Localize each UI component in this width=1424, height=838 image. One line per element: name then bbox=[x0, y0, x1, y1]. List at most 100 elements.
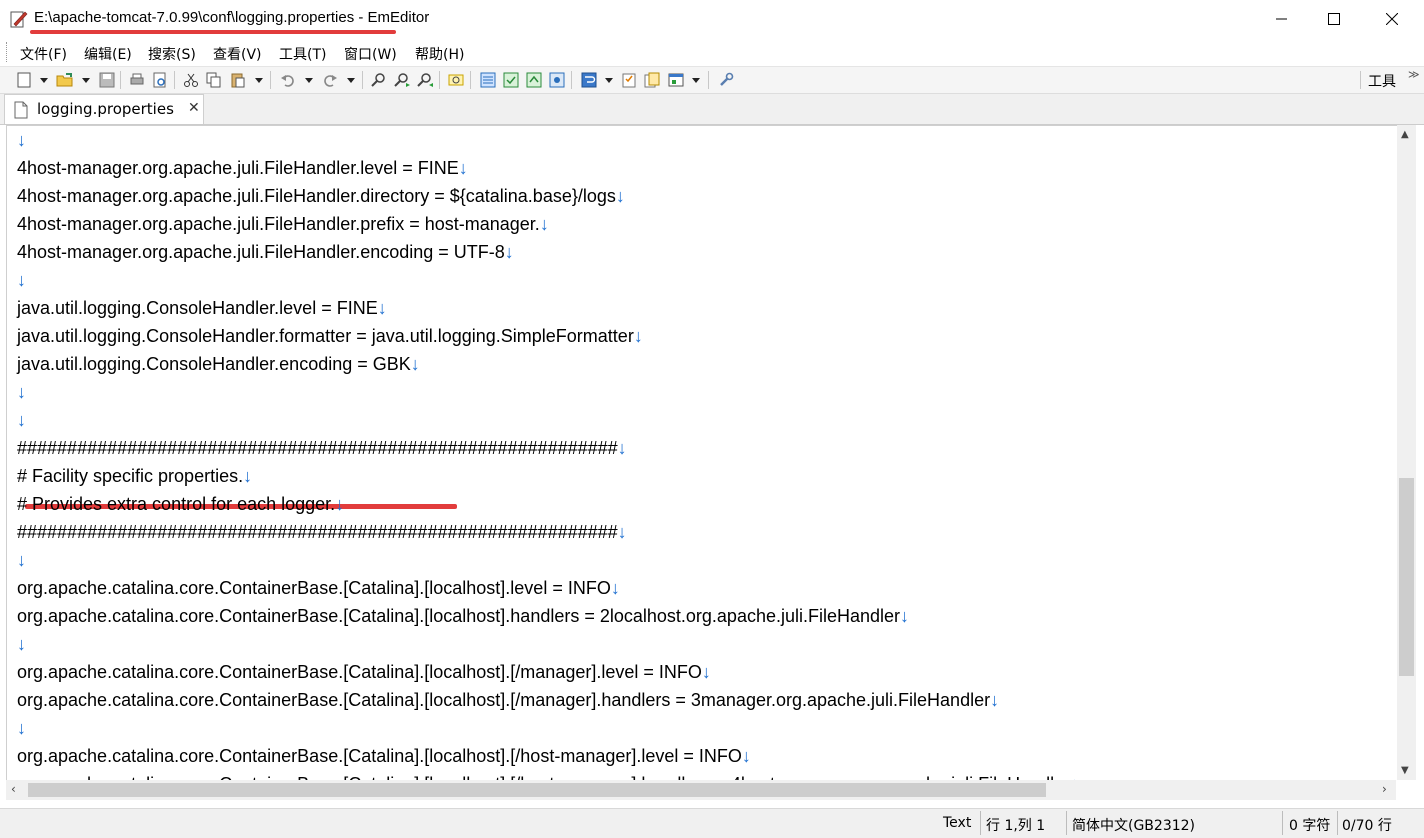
new-file-dropdown[interactable] bbox=[40, 78, 48, 83]
editor-line[interactable]: ↓ bbox=[17, 378, 26, 406]
redo-button[interactable] bbox=[320, 70, 340, 90]
menu-file[interactable]: 文件(F) bbox=[20, 44, 67, 64]
editor-line[interactable]: ↓ bbox=[17, 406, 26, 434]
find-next-button[interactable] bbox=[392, 70, 412, 90]
menu-tools[interactable]: 工具(T) bbox=[279, 44, 326, 64]
undo-button[interactable] bbox=[278, 70, 298, 90]
find-prev-button[interactable] bbox=[415, 70, 435, 90]
editor-line[interactable]: org.apache.catalina.core.ContainerBase.[… bbox=[17, 574, 620, 602]
print-preview-button[interactable] bbox=[150, 70, 170, 90]
find-next-icon bbox=[394, 73, 410, 87]
newline-marker-icon: ↓ bbox=[610, 578, 620, 598]
editor-line-text: java.util.logging.ConsoleHandler.formatt… bbox=[17, 326, 634, 346]
vertical-scrollbar[interactable]: ▲ ▼ bbox=[1397, 125, 1416, 780]
window-button[interactable] bbox=[666, 70, 686, 90]
paste-icon bbox=[231, 73, 245, 88]
editor-line[interactable]: # Provides extra control for each logger… bbox=[17, 490, 344, 518]
scroll-up-icon[interactable]: ▲ bbox=[1401, 129, 1409, 140]
menu-view[interactable]: 查看(V) bbox=[213, 44, 262, 64]
view-mode-2-button[interactable] bbox=[501, 70, 521, 90]
editor-line[interactable]: org.apache.catalina.core.ContainerBase.[… bbox=[17, 658, 711, 686]
editor-line[interactable]: org.apache.catalina.core.ContainerBase.[… bbox=[17, 686, 999, 714]
paste-dropdown[interactable] bbox=[255, 78, 263, 83]
window-dropdown[interactable] bbox=[692, 78, 700, 83]
word-wrap-dropdown[interactable] bbox=[605, 78, 613, 83]
scroll-left-icon[interactable]: ‹ bbox=[11, 782, 16, 796]
editor-line[interactable]: java.util.logging.ConsoleHandler.formatt… bbox=[17, 322, 643, 350]
status-cursor-position[interactable]: 行 1,列 1 bbox=[986, 815, 1045, 835]
undo-dropdown[interactable] bbox=[305, 78, 313, 83]
scroll-right-icon[interactable]: › bbox=[1382, 782, 1387, 796]
save-button[interactable] bbox=[97, 70, 117, 90]
toolbar-separator bbox=[439, 71, 440, 89]
menu-help[interactable]: 帮助(H) bbox=[415, 44, 464, 64]
editor-line[interactable]: 4host-manager.org.apache.juli.FileHandle… bbox=[17, 154, 468, 182]
tab-close-icon[interactable]: ✕ bbox=[188, 100, 200, 116]
editor-line[interactable]: ↓ bbox=[17, 126, 26, 154]
paste-button[interactable] bbox=[228, 70, 248, 90]
menu-search[interactable]: 搜索(S) bbox=[148, 44, 196, 64]
editor-line[interactable]: 4host-manager.org.apache.juli.FileHandle… bbox=[17, 210, 549, 238]
view-mode-3-button[interactable] bbox=[524, 70, 544, 90]
newline-marker-icon: ↓ bbox=[17, 550, 26, 570]
horizontal-scroll-thumb[interactable] bbox=[28, 783, 1046, 797]
status-mode[interactable]: Text bbox=[943, 815, 971, 831]
editor-line-text: java.util.logging.ConsoleHandler.level =… bbox=[17, 298, 378, 318]
close-window-button[interactable] bbox=[1366, 0, 1418, 38]
cut-button[interactable] bbox=[181, 70, 201, 90]
macro-button[interactable] bbox=[642, 70, 662, 90]
view-mode-1-button[interactable] bbox=[478, 70, 498, 90]
find-button[interactable] bbox=[369, 70, 389, 90]
highlight-button[interactable] bbox=[446, 70, 466, 90]
vertical-scroll-thumb[interactable] bbox=[1399, 478, 1414, 676]
scroll-down-icon[interactable]: ▼ bbox=[1401, 765, 1409, 776]
horizontal-scrollbar[interactable]: ‹ › bbox=[6, 780, 1396, 800]
properties-button[interactable] bbox=[619, 70, 639, 90]
minimize-button[interactable] bbox=[1256, 0, 1308, 38]
print-button[interactable] bbox=[127, 70, 147, 90]
editor-line[interactable]: ########################################… bbox=[17, 434, 627, 462]
editor-line[interactable]: ↓ bbox=[17, 266, 26, 294]
newline-marker-icon: ↓ bbox=[617, 522, 627, 542]
editor-line[interactable]: 4host-manager.org.apache.juli.FileHandle… bbox=[17, 182, 625, 210]
editor-line[interactable]: java.util.logging.ConsoleHandler.level =… bbox=[17, 294, 387, 322]
toolbar-overflow-icon[interactable]: ≫ bbox=[1408, 68, 1420, 81]
macro-icon bbox=[644, 72, 660, 88]
maximize-button[interactable] bbox=[1308, 0, 1360, 38]
status-separator bbox=[1282, 811, 1283, 835]
editor-line[interactable]: # Facility specific properties.↓ bbox=[17, 462, 252, 490]
editor-line[interactable]: ↓ bbox=[17, 714, 26, 742]
text-editor[interactable]: ↓ 4host-manager.org.apache.juli.FileHandl… bbox=[6, 125, 1397, 781]
view-mode-2-icon bbox=[503, 72, 519, 88]
menu-grip[interactable] bbox=[6, 42, 10, 62]
open-dropdown[interactable] bbox=[82, 78, 90, 83]
editor-line[interactable]: ↓ bbox=[17, 630, 26, 658]
editor-line[interactable]: 4host-manager.org.apache.juli.FileHandle… bbox=[17, 238, 514, 266]
tools-toolbar-label[interactable]: 工具 bbox=[1368, 71, 1396, 91]
tool-button[interactable] bbox=[716, 70, 736, 90]
tab-logging-properties[interactable]: logging.properties ✕ bbox=[4, 94, 204, 124]
toolbar-separator bbox=[362, 71, 363, 89]
newline-marker-icon: ↓ bbox=[17, 634, 26, 654]
open-button[interactable] bbox=[55, 70, 75, 90]
find-prev-icon bbox=[417, 73, 433, 87]
redo-dropdown[interactable] bbox=[347, 78, 355, 83]
view-mode-1-icon bbox=[480, 72, 496, 88]
window-title: E:\apache-tomcat-7.0.99\conf\logging.pro… bbox=[34, 9, 430, 26]
tab-bar: logging.properties ✕ bbox=[0, 94, 1424, 125]
view-mode-4-button[interactable] bbox=[547, 70, 567, 90]
undo-icon bbox=[281, 75, 294, 87]
editor-line[interactable]: ########################################… bbox=[17, 518, 627, 546]
editor-line[interactable]: java.util.logging.ConsoleHandler.encodin… bbox=[17, 350, 420, 378]
copy-button[interactable] bbox=[204, 70, 224, 90]
editor-line[interactable]: org.apache.catalina.core.ContainerBase.[… bbox=[17, 602, 909, 630]
editor-line[interactable]: org.apache.catalina.core.ContainerBase.[… bbox=[17, 742, 751, 770]
new-file-button[interactable] bbox=[14, 70, 34, 90]
menu-edit[interactable]: 编辑(E) bbox=[84, 44, 132, 64]
word-wrap-button[interactable] bbox=[579, 70, 599, 90]
status-encoding[interactable]: 简体中文(GB2312) bbox=[1072, 815, 1195, 835]
editor-line[interactable]: ↓ bbox=[17, 546, 26, 574]
newline-marker-icon: ↓ bbox=[633, 326, 643, 346]
newline-marker-icon: ↓ bbox=[17, 410, 26, 430]
menu-window[interactable]: 窗口(W) bbox=[344, 44, 397, 64]
